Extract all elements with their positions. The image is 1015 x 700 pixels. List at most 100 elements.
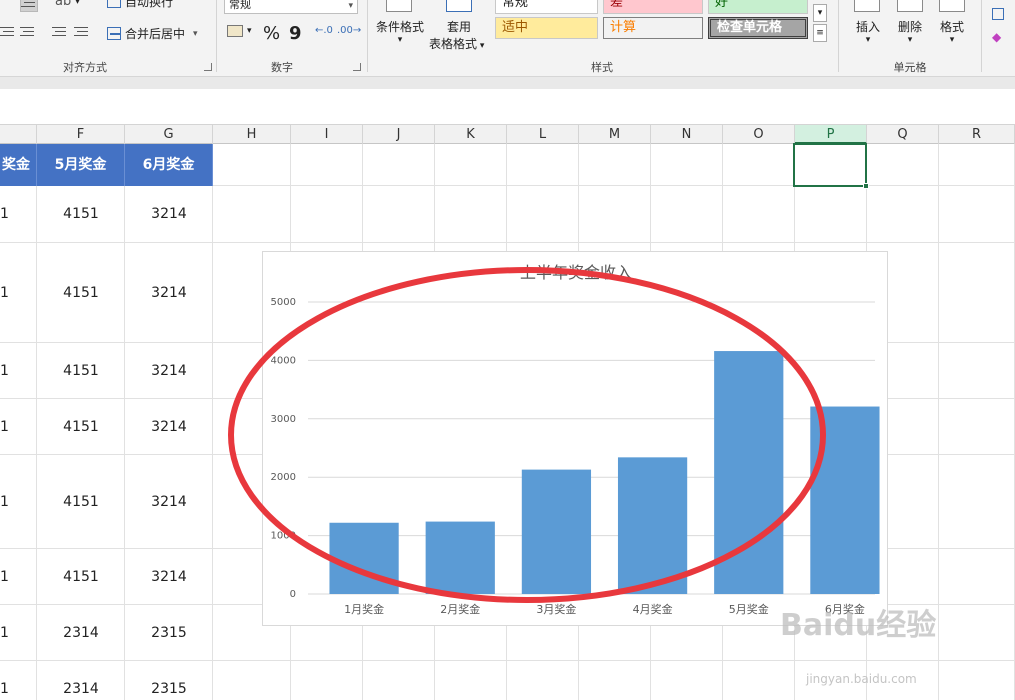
align-middle-button[interactable] bbox=[20, 0, 38, 12]
column-header-m[interactable]: M bbox=[579, 125, 651, 144]
style-cell-normal[interactable]: 常规 bbox=[495, 0, 598, 14]
chart-bar[interactable] bbox=[425, 521, 495, 594]
wrap-text-button[interactable]: 自动换行 bbox=[107, 0, 173, 10]
column-header-p[interactable]: P bbox=[795, 125, 867, 144]
table-cell[interactable]: 2315 bbox=[125, 661, 213, 700]
y-tick-label: 1000 bbox=[271, 531, 296, 542]
table-cell[interactable]: 3214 bbox=[125, 186, 213, 243]
decrease-indent-button[interactable] bbox=[52, 26, 66, 38]
styles-more-button[interactable]: ≡ bbox=[813, 24, 827, 42]
table-cell[interactable]: 1 bbox=[0, 343, 37, 399]
table-cell[interactable]: 3214 bbox=[125, 399, 213, 455]
table-cell[interactable]: 4151 bbox=[37, 343, 125, 399]
styles-scroll-down-button[interactable]: ▾ bbox=[813, 4, 827, 22]
column-header-e[interactable] bbox=[0, 125, 37, 144]
increase-indent-button[interactable] bbox=[74, 26, 88, 38]
ribbon-separator bbox=[0, 77, 1015, 89]
number-launcher-icon[interactable] bbox=[353, 63, 361, 71]
table-header-cell[interactable]: 奖金 bbox=[0, 144, 37, 186]
watermark-logo: Baidu经验 bbox=[780, 608, 937, 643]
x-tick-label: 1月奖金 bbox=[344, 602, 384, 616]
table-cell[interactable]: 3214 bbox=[125, 455, 213, 549]
column-header-h[interactable]: H bbox=[213, 125, 291, 144]
table-cell[interactable]: 2314 bbox=[37, 605, 125, 661]
table-cell[interactable]: 1 bbox=[0, 243, 37, 343]
table-cell[interactable]: 4151 bbox=[37, 399, 125, 455]
column-header-k[interactable]: K bbox=[435, 125, 507, 144]
alignment-group-label: 对齐方式 bbox=[63, 61, 107, 74]
column-header-f[interactable]: F bbox=[37, 125, 125, 144]
table-header-cell[interactable]: 5月奖金 bbox=[37, 144, 125, 186]
column-header-r[interactable]: R bbox=[939, 125, 1015, 144]
decrease-decimal-button[interactable]: .00→ bbox=[337, 25, 361, 36]
percent-style-button[interactable]: % bbox=[263, 23, 280, 44]
style-cell-check[interactable]: 检查单元格 bbox=[708, 17, 808, 39]
orientation-button[interactable]: ab ▾ bbox=[55, 0, 80, 9]
column-header-l[interactable]: L bbox=[507, 125, 579, 144]
column-header-j[interactable]: J bbox=[363, 125, 435, 144]
format-button[interactable]: 格式 ▾ bbox=[940, 18, 964, 45]
table-cell[interactable]: 1 bbox=[0, 455, 37, 549]
conditional-format-button[interactable]: 条件格式 ▾ bbox=[376, 18, 424, 45]
selected-cell-p[interactable] bbox=[793, 143, 867, 187]
column-header-o[interactable]: O bbox=[723, 125, 795, 144]
column-header-n[interactable]: N bbox=[651, 125, 723, 144]
table-header-cell[interactable]: 6月奖金 bbox=[125, 144, 213, 186]
insert-button[interactable]: 插入 ▾ bbox=[856, 18, 880, 45]
table-cell[interactable]: 4151 bbox=[37, 186, 125, 243]
chart-bar[interactable] bbox=[810, 406, 880, 594]
table-cell[interactable]: 1 bbox=[0, 186, 37, 243]
formula-bar[interactable] bbox=[0, 89, 1015, 125]
table-cell[interactable]: 1 bbox=[0, 661, 37, 700]
merge-center-button[interactable]: 合并后居中 ▾ bbox=[107, 25, 198, 42]
align-right-button[interactable] bbox=[20, 26, 34, 38]
x-tick-label: 2月奖金 bbox=[440, 602, 480, 616]
table-format-label-1: 套用 bbox=[447, 20, 472, 34]
align-left-button[interactable] bbox=[0, 26, 14, 38]
table-cell[interactable]: 3214 bbox=[125, 549, 213, 605]
style-cell-bad[interactable]: 差 bbox=[603, 0, 703, 14]
accounting-format-button[interactable]: ▾ bbox=[227, 25, 252, 37]
table-cell[interactable]: 1 bbox=[0, 605, 37, 661]
number-group-label: 数字 bbox=[271, 61, 293, 74]
delete-button[interactable]: 删除 ▾ bbox=[898, 18, 922, 45]
align-right-icon bbox=[20, 26, 34, 38]
comma-style-button[interactable]: 9 bbox=[289, 23, 302, 44]
table-cell[interactable]: 3214 bbox=[125, 343, 213, 399]
currency-icon bbox=[227, 25, 243, 37]
chart-bar[interactable] bbox=[714, 351, 784, 594]
table-cell[interactable]: 4151 bbox=[37, 243, 125, 343]
chevron-down-icon: ▾ bbox=[247, 26, 252, 36]
table-cell[interactable]: 3214 bbox=[125, 243, 213, 343]
column-header-g[interactable]: G bbox=[125, 125, 213, 144]
number-format-select[interactable]: 常规 ▾ bbox=[224, 0, 358, 14]
chevron-down-icon: ▾ bbox=[817, 8, 823, 18]
chevron-down-icon: ▾ bbox=[865, 35, 871, 45]
style-cell-good[interactable]: 好 bbox=[708, 0, 808, 14]
chart-bar[interactable] bbox=[617, 457, 688, 594]
increase-decimal-button[interactable]: ←.0 bbox=[315, 25, 333, 36]
clear-button[interactable]: ◆ bbox=[992, 30, 1001, 44]
fill-button[interactable] bbox=[992, 8, 1004, 20]
bar-chart[interactable]: 上半年奖金收入 0 1000 2000 3000 4000 5000 1月奖金 2月奖金 3月奖金… bbox=[262, 251, 888, 626]
style-cell-neutral[interactable]: 适中 bbox=[495, 17, 598, 39]
alignment-launcher-icon[interactable] bbox=[204, 63, 212, 71]
table-cell[interactable]: 4151 bbox=[37, 549, 125, 605]
column-header-i[interactable]: I bbox=[291, 125, 363, 144]
y-tick-label: 0 bbox=[290, 589, 296, 600]
chart-bar[interactable] bbox=[329, 522, 399, 594]
style-cell-calculation[interactable]: 计算 bbox=[603, 17, 703, 39]
chart-bar[interactable] bbox=[521, 469, 592, 594]
table-cell[interactable]: 1 bbox=[0, 399, 37, 455]
table-cell[interactable]: 2315 bbox=[125, 605, 213, 661]
fill-handle[interactable] bbox=[863, 183, 869, 189]
table-cell[interactable]: 1 bbox=[0, 549, 37, 605]
group-divider bbox=[981, 0, 982, 72]
group-divider bbox=[838, 0, 839, 72]
comma-label: 9 bbox=[289, 23, 302, 44]
format-as-table-button[interactable]: 套用 表格格式 ▾ bbox=[429, 18, 484, 52]
column-header-q[interactable]: Q bbox=[867, 125, 939, 144]
table-cell[interactable]: 2314 bbox=[37, 661, 125, 700]
table-cell[interactable]: 4151 bbox=[37, 455, 125, 549]
x-tick-label: 5月奖金 bbox=[729, 602, 769, 616]
